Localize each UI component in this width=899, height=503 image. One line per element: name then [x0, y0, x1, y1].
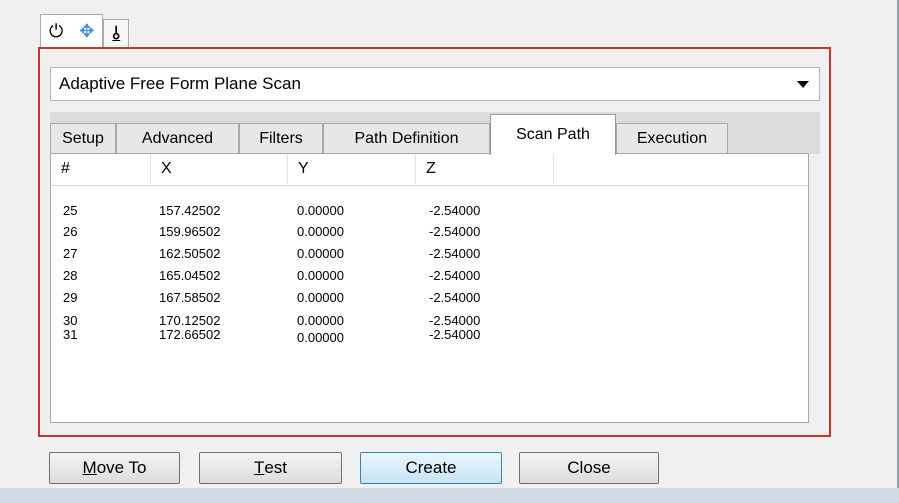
tab-advanced[interactable]: Advanced — [116, 123, 239, 154]
test-label: est — [264, 458, 288, 477]
row-x: 157.42502 — [159, 203, 221, 218]
row-x: 167.58502 — [159, 290, 221, 305]
create-button[interactable]: Create — [360, 452, 502, 484]
column-header-y[interactable]: Y — [288, 154, 416, 184]
move-axes-icon: ✥ — [79, 20, 95, 42]
column-label: X — [161, 160, 172, 177]
row-index: 28 — [63, 268, 78, 283]
mode-tab-move[interactable]: ✥ — [71, 14, 104, 47]
row-y: 0.00000 — [297, 224, 344, 239]
column-label: Z — [426, 160, 436, 177]
power-icon: ⏻ — [49, 20, 64, 42]
move-to-label: ove To — [96, 458, 147, 477]
tab-label: Execution — [636, 130, 708, 147]
column-header-index[interactable]: # — [51, 154, 151, 184]
tab-label: Path Definition — [354, 130, 459, 147]
row-z: -2.54000 — [429, 246, 481, 261]
row-index: 27 — [63, 246, 78, 261]
row-z: -2.54000 — [429, 268, 481, 283]
row-z: -2.54000 — [429, 203, 481, 218]
row-index: 31 — [63, 327, 78, 342]
dropdown-arrow-icon[interactable] — [797, 81, 809, 88]
row-x: 165.04502 — [159, 268, 221, 283]
mode-tab-strip: ⏻ ✥ ⫰ — [40, 14, 130, 47]
tab-label: Scan Path — [516, 126, 590, 143]
tab-bar: Setup Advanced Filters Path Definition S… — [50, 112, 820, 155]
row-y: 0.00000 — [297, 313, 344, 328]
scan-settings-panel: Adaptive Free Form Plane Scan Setup Adva… — [38, 47, 831, 437]
tab-setup[interactable]: Setup — [50, 123, 116, 154]
scan-type-select[interactable]: Adaptive Free Form Plane Scan — [50, 67, 820, 101]
scan-path-list[interactable]: # X Y Z 25 157.42502 0.00000 -2.54000 26… — [50, 153, 809, 423]
row-y: 0.00000 — [297, 268, 344, 283]
mode-tab-power[interactable]: ⏻ — [40, 14, 72, 47]
row-z: -2.54000 — [429, 313, 481, 328]
column-label: Y — [298, 160, 309, 177]
tab-label: Setup — [62, 130, 104, 147]
close-label: Close — [567, 458, 611, 477]
window-bottom-strip — [0, 488, 899, 503]
row-z: -2.54000 — [429, 290, 481, 305]
scan-type-value: Adaptive Free Form Plane Scan — [59, 74, 301, 93]
column-header-z[interactable]: Z — [416, 154, 554, 184]
row-x: 162.50502 — [159, 246, 221, 261]
tab-scan-path[interactable]: Scan Path — [490, 114, 616, 155]
column-header-x[interactable]: X — [151, 154, 288, 184]
column-header-row: # X Y Z — [51, 154, 808, 186]
row-x: 159.96502 — [159, 224, 221, 239]
row-x: 172.66502 — [159, 327, 221, 342]
tab-label: Filters — [259, 130, 303, 147]
row-index: 30 — [63, 313, 78, 328]
test-mnemonic: T — [253, 458, 265, 477]
row-y: 0.00000 — [297, 330, 344, 345]
row-z: -2.54000 — [429, 224, 481, 239]
tab-filters[interactable]: Filters — [239, 123, 323, 154]
probe-icon: ⫰ — [112, 23, 121, 44]
row-y: 0.00000 — [297, 203, 344, 218]
create-label: Create — [405, 458, 457, 477]
close-button[interactable]: Close — [519, 452, 659, 484]
tab-label: Advanced — [141, 130, 214, 147]
move-to-mnemonic: M — [82, 458, 97, 477]
mode-tab-probe[interactable]: ⫰ — [103, 19, 130, 47]
test-button[interactable]: Test — [199, 452, 342, 484]
row-index: 29 — [63, 290, 78, 305]
row-z: -2.54000 — [429, 327, 481, 342]
move-to-button[interactable]: Move To — [49, 452, 180, 484]
row-y: 0.00000 — [297, 246, 344, 261]
row-x: 170.12502 — [159, 313, 221, 328]
column-label: # — [61, 160, 70, 177]
tab-execution[interactable]: Execution — [616, 123, 728, 154]
row-index: 26 — [63, 224, 78, 239]
row-y: 0.00000 — [297, 290, 344, 305]
tab-path-definition[interactable]: Path Definition — [323, 123, 490, 154]
row-index: 25 — [63, 203, 78, 218]
